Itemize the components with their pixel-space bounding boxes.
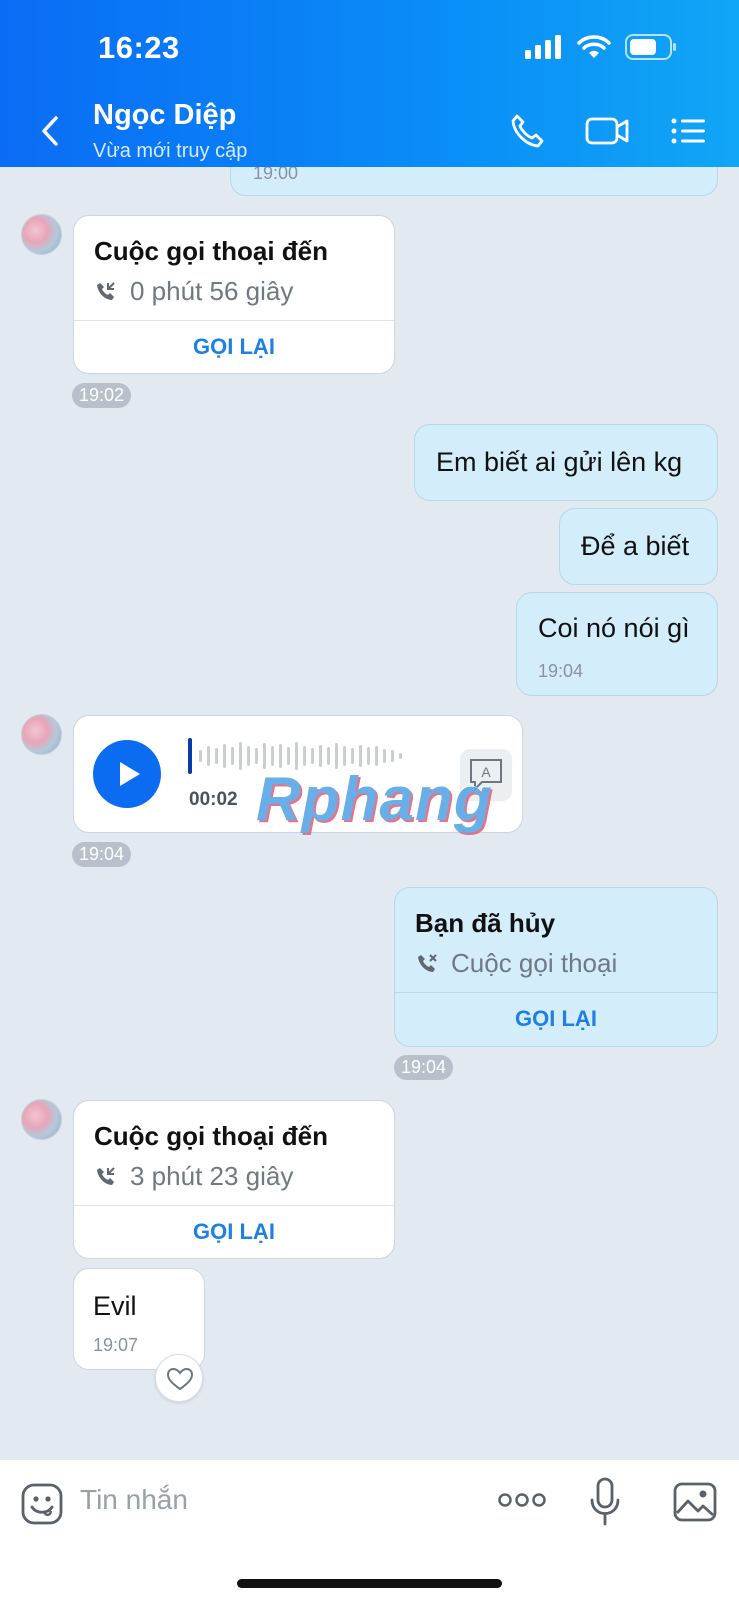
voice-duration: 00:02 <box>189 789 238 810</box>
message-time: 19:07 <box>93 1335 139 1355</box>
call-status: Cuộc gọi thoại <box>451 948 618 978</box>
video-call-icon[interactable] <box>584 112 630 150</box>
message-text: Coi nó nói gì <box>538 613 690 643</box>
emoji-sticker-icon[interactable] <box>20 1482 64 1526</box>
contact-status: Vừa mới truy cập <box>93 140 248 162</box>
incoming-phone-icon <box>97 281 115 300</box>
call-status-row: Cuộc gọi thoại <box>415 948 617 979</box>
call-title: Bạn đã hủy <box>415 908 556 938</box>
play-button[interactable] <box>93 740 161 808</box>
image-gallery-icon[interactable] <box>672 1480 718 1524</box>
message-text: Evil <box>93 1291 137 1321</box>
menu-list-icon[interactable] <box>668 112 708 150</box>
microphone-icon[interactable] <box>588 1476 622 1530</box>
avatar[interactable] <box>21 1099 62 1140</box>
cancelled-call-card: Bạn đã hủy Cuộc gọi thoại GỌI LẠI <box>394 887 718 1047</box>
call-back-button[interactable]: GỌI LẠI <box>74 1206 394 1258</box>
call-back-button[interactable]: GỌI LẠI <box>395 993 717 1046</box>
battery-icon <box>625 34 676 60</box>
call-duration-row: 3 phút 23 giây <box>94 1161 293 1192</box>
call-duration-row: 0 phút 56 giây <box>94 276 293 307</box>
status-icons <box>525 34 677 60</box>
missed-call-icon <box>418 953 437 972</box>
heart-icon <box>166 1367 194 1391</box>
call-duration: 0 phút 56 giây <box>130 276 294 306</box>
wifi-icon <box>577 35 611 58</box>
watermark: Rphang <box>256 765 493 834</box>
call-title: Cuộc gọi thoại đến <box>94 1121 328 1151</box>
incoming-phone-icon <box>97 1166 115 1185</box>
incoming-call-card: Cuộc gọi thoại đến 0 phút 56 giây GỌI LẠ… <box>73 215 395 374</box>
outgoing-message[interactable]: Coi nó nói gì 19:04 <box>516 592 718 696</box>
react-button[interactable] <box>155 1354 203 1402</box>
contact-name[interactable]: Ngọc Diệp <box>93 99 236 132</box>
more-options-icon[interactable] <box>498 1490 546 1510</box>
play-icon <box>120 762 140 786</box>
message-text: Để a biết <box>581 531 690 561</box>
outgoing-message[interactable]: Để a biết <box>559 508 718 585</box>
message-composer: Tin nhắn <box>0 1460 739 1600</box>
cellular-signal-icon <box>525 35 561 59</box>
back-icon[interactable] <box>36 112 66 150</box>
timestamp-pill: 19:02 <box>72 383 132 408</box>
avatar[interactable] <box>21 714 62 755</box>
home-indicator <box>237 1579 502 1588</box>
chat-area: 19:00 Cuộc gọi thoại đến 0 phút 56 giây … <box>0 0 739 1460</box>
timestamp-pill: 19:04 <box>72 842 132 867</box>
message-text: Em biết ai gửi lên kg <box>436 447 683 477</box>
call-duration: 3 phút 23 giây <box>130 1161 294 1191</box>
call-title: Cuộc gọi thoại đến <box>94 236 328 266</box>
message-input[interactable]: Tin nhắn <box>80 1484 188 1516</box>
incoming-call-card: Cuộc gọi thoại đến 3 phút 23 giây GỌI LẠ… <box>73 1100 395 1259</box>
chat-header: 16:23 Ngọc Diệp Vừa mới truy cập <box>0 0 739 167</box>
timestamp-pill: 19:04 <box>394 1055 454 1080</box>
call-back-button[interactable]: GỌI LẠI <box>74 321 394 373</box>
avatar[interactable] <box>21 214 62 255</box>
message-time: 19:04 <box>538 661 584 681</box>
outgoing-message[interactable]: Em biết ai gửi lên kg <box>414 424 718 501</box>
phone-call-icon[interactable] <box>508 112 548 150</box>
status-time: 16:23 <box>98 30 180 65</box>
